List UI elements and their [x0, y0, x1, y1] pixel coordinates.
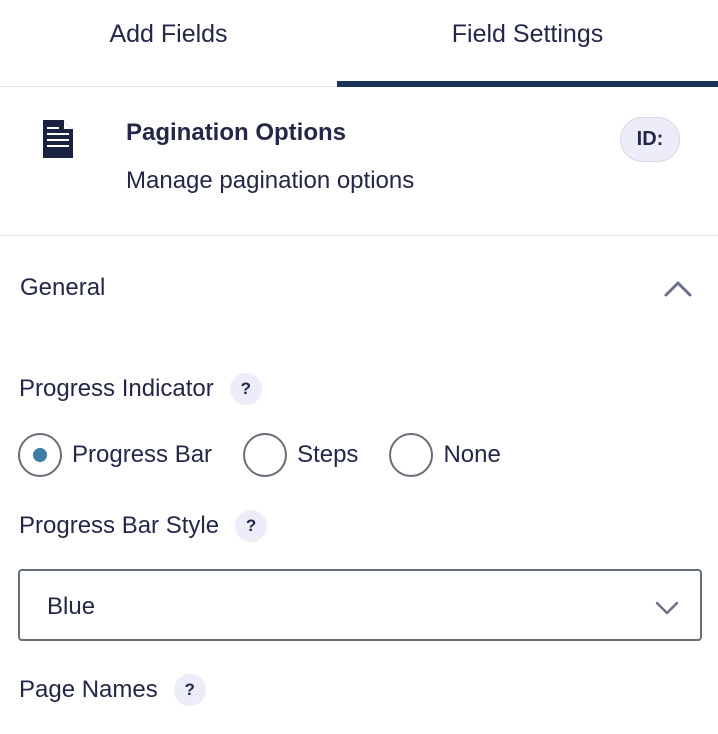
- tab-add-fields[interactable]: Add Fields: [0, 0, 337, 87]
- tab-field-settings[interactable]: Field Settings: [337, 0, 718, 87]
- radio-option-progress-bar[interactable]: Progress Bar: [18, 433, 212, 477]
- radio-button-progress-bar[interactable]: [18, 433, 62, 477]
- page-names-text: Page Names: [19, 676, 158, 703]
- field-description: Manage pagination options: [126, 167, 415, 194]
- help-icon[interactable]: ?: [229, 373, 262, 405]
- tab-field-settings-label: Field Settings: [451, 20, 604, 48]
- radio-label-progress-bar: Progress Bar: [72, 441, 213, 468]
- progress-bar-style-text: Progress Bar Style: [19, 512, 220, 539]
- document-icon: [43, 120, 73, 158]
- radio-label-steps: Steps: [297, 441, 359, 468]
- field-header: Pagination Options Manage pagination opt…: [0, 87, 718, 236]
- field-id-badge: ID:: [620, 117, 680, 162]
- progress-indicator-radio-group: Progress Bar Steps None: [18, 432, 532, 478]
- page-names-label: Page Names ?: [19, 674, 206, 706]
- radio-option-steps[interactable]: Steps: [243, 433, 358, 477]
- progress-bar-style-label: Progress Bar Style ?: [19, 510, 268, 542]
- progress-indicator-text: Progress Indicator: [19, 375, 214, 402]
- progress-bar-style-value: Blue: [47, 593, 96, 620]
- chevron-up-icon[interactable]: [662, 276, 694, 300]
- radio-button-steps[interactable]: [243, 433, 288, 477]
- help-icon[interactable]: ?: [235, 510, 268, 542]
- tab-bar: Add Fields Field Settings: [0, 0, 718, 87]
- field-settings-panel: Add Fields Field Settings Pagination Opt…: [0, 0, 718, 734]
- radio-label-none: None: [443, 441, 501, 468]
- progress-bar-style-select[interactable]: Blue: [18, 569, 702, 641]
- radio-option-none[interactable]: None: [389, 433, 501, 477]
- progress-indicator-label: Progress Indicator ?: [19, 373, 262, 405]
- tab-add-fields-label: Add Fields: [109, 20, 228, 48]
- help-icon[interactable]: ?: [173, 674, 206, 706]
- radio-button-none[interactable]: [389, 433, 434, 477]
- field-title: Pagination Options: [126, 119, 346, 146]
- chevron-down-icon: [655, 601, 679, 615]
- section-title-general[interactable]: General: [20, 274, 105, 302]
